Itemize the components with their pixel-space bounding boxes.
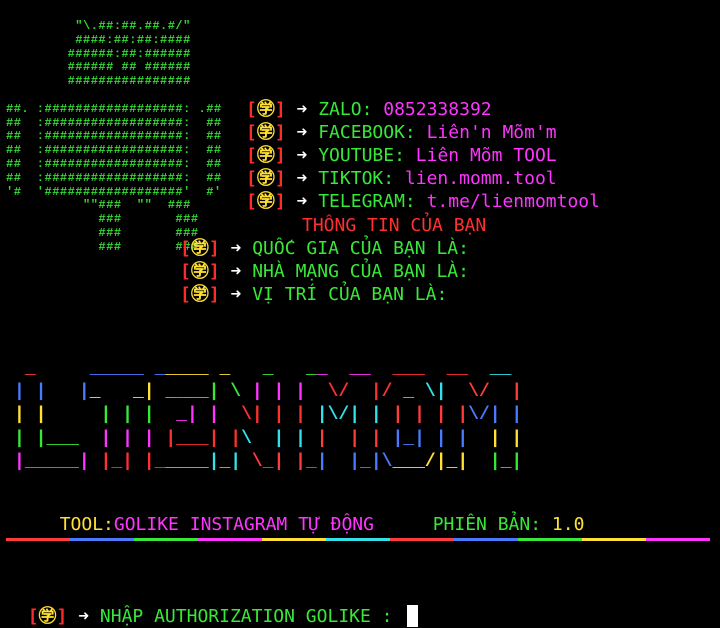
divider-segment [6, 538, 70, 541]
prefix-glyph: ㊫ [256, 191, 275, 212]
contact-value: Liên'n Mõm'm [426, 122, 557, 143]
prefix-close-bracket: ] [208, 261, 220, 282]
prefix-close-bracket: ] [208, 284, 220, 305]
arrow-icon: ➜ [296, 168, 308, 189]
prefix-close-bracket: ] [274, 122, 286, 143]
contact-label: TELEGRAM: [318, 191, 427, 212]
prefix-open-bracket: [ [246, 191, 257, 212]
contact-value: 0852338392 [383, 99, 492, 120]
tool-info: TOOL:GOLIKE INSTAGRAM TỰ ĐỘNG [38, 490, 374, 536]
version-info: PHIÊN BẢN: 1.0 [411, 490, 585, 536]
divider-segment [70, 538, 134, 541]
arrow-icon: ➜ [296, 99, 308, 120]
arrow-icon: ➜ [78, 606, 90, 627]
prompt-text: NHẬP AUTHORIZATION GOLIKE : [99, 606, 404, 627]
contact-row: [㊫] ➜ TIKTOK: lien.momm.tool [246, 167, 600, 190]
info-row: [㊫] ➜ VỊ TRÍ CỦA BẠN LÀ: [180, 283, 469, 306]
prefix-close-bracket: ] [56, 606, 68, 627]
info-label: VỊ TRÍ CỦA BẠN LÀ: [252, 284, 448, 305]
prefix-close-bracket: ] [274, 168, 286, 189]
prefix-open-bracket: [ [246, 122, 257, 143]
prefix-glyph: ㊫ [190, 238, 209, 259]
authorization-prompt[interactable]: [㊫] ➜ NHẬP AUTHORIZATION GOLIKE : [6, 582, 419, 628]
prefix-glyph: ㊫ [256, 99, 275, 120]
contact-value: t.me/lienmomtool [426, 191, 600, 212]
contact-row: [㊫] ➜ FACEBOOK: Liên'n Mõm'm [246, 121, 600, 144]
prefix-close-bracket: ] [208, 238, 220, 259]
arrow-icon: ➜ [230, 261, 242, 282]
info-header: THÔNG TIN CỦA BẠN [302, 215, 487, 236]
lien-mom-banner: _ _____ _____ _ _ __ __ ___ __ __ | | |_… [14, 359, 523, 472]
contact-row: [㊫] ➜ TELEGRAM: t.me/lienmomtool [246, 190, 600, 213]
arrow-icon: ➜ [296, 122, 308, 143]
contact-row: [㊫] ➜ YOUTUBE: Liên Mõm TOOL [246, 144, 600, 167]
divider-segment [646, 538, 710, 541]
prefix-open-bracket: [ [246, 168, 257, 189]
prefix-open-bracket: [ [246, 99, 257, 120]
android-robot-art: "\.##:##.##.#/" ####:##:##:#### ######:#… [6, 19, 222, 254]
info-label: NHÀ MẠNG CỦA BẠN LÀ: [252, 261, 469, 282]
tool-name: GOLIKE INSTAGRAM TỰ ĐỘNG [113, 514, 374, 535]
arrow-icon: ➜ [296, 191, 308, 212]
contact-label: TIKTOK: [318, 168, 405, 189]
arrow-icon: ➜ [230, 238, 242, 259]
contact-label: FACEBOOK: [318, 122, 427, 143]
info-label: QUỐC GIA CỦA BẠN LÀ: [252, 238, 469, 259]
contact-value: lien.momm.tool [404, 168, 557, 189]
prefix-close-bracket: ] [274, 145, 286, 166]
prefix-open-bracket: [ [27, 606, 39, 627]
prefix-open-bracket: [ [246, 145, 257, 166]
divider-segment [390, 538, 454, 541]
prefix-close-bracket: ] [274, 99, 286, 120]
contact-label: ZALO: [318, 99, 384, 120]
prefix-glyph: ㊫ [256, 145, 275, 166]
prefix-glyph: ㊫ [38, 606, 57, 627]
divider-segment [262, 538, 326, 541]
text-cursor[interactable] [407, 605, 419, 627]
contact-row: [㊫] ➜ ZALO: 0852338392 [246, 98, 600, 121]
prefix-glyph: ㊫ [190, 284, 209, 305]
contact-label: YOUTUBE: [318, 145, 416, 166]
version-label: PHIÊN BẢN: [432, 514, 552, 535]
version-value: 1.0 [551, 514, 585, 535]
arrow-icon: ➜ [296, 145, 308, 166]
divider-segment [582, 538, 646, 541]
rainbow-divider [6, 538, 710, 544]
divider-segment [518, 538, 582, 541]
prefix-glyph: ㊫ [256, 168, 275, 189]
info-row: [㊫] ➜ NHÀ MẠNG CỦA BẠN LÀ: [180, 260, 469, 283]
contact-value: Liên Mõm TOOL [415, 145, 557, 166]
prefix-open-bracket: [ [180, 261, 191, 282]
contacts-list: [㊫] ➜ ZALO: 0852338392 [㊫] ➜ FACEBOOK: Li… [246, 98, 600, 213]
info-row: [㊫] ➜ QUỐC GIA CỦA BẠN LÀ: [180, 237, 469, 260]
prefix-open-bracket: [ [180, 284, 191, 305]
divider-segment [454, 538, 518, 541]
prefix-glyph: ㊫ [256, 122, 275, 143]
divider-segment [326, 538, 390, 541]
divider-segment [134, 538, 198, 541]
prefix-glyph: ㊫ [190, 261, 209, 282]
info-list: [㊫] ➜ QUỐC GIA CỦA BẠN LÀ: [㊫] ➜ NHÀ MẠNG… [180, 237, 469, 306]
prefix-open-bracket: [ [180, 238, 191, 259]
arrow-icon: ➜ [230, 284, 242, 305]
prefix-close-bracket: ] [274, 191, 286, 212]
tool-label: TOOL: [59, 514, 114, 535]
divider-segment [198, 538, 262, 541]
